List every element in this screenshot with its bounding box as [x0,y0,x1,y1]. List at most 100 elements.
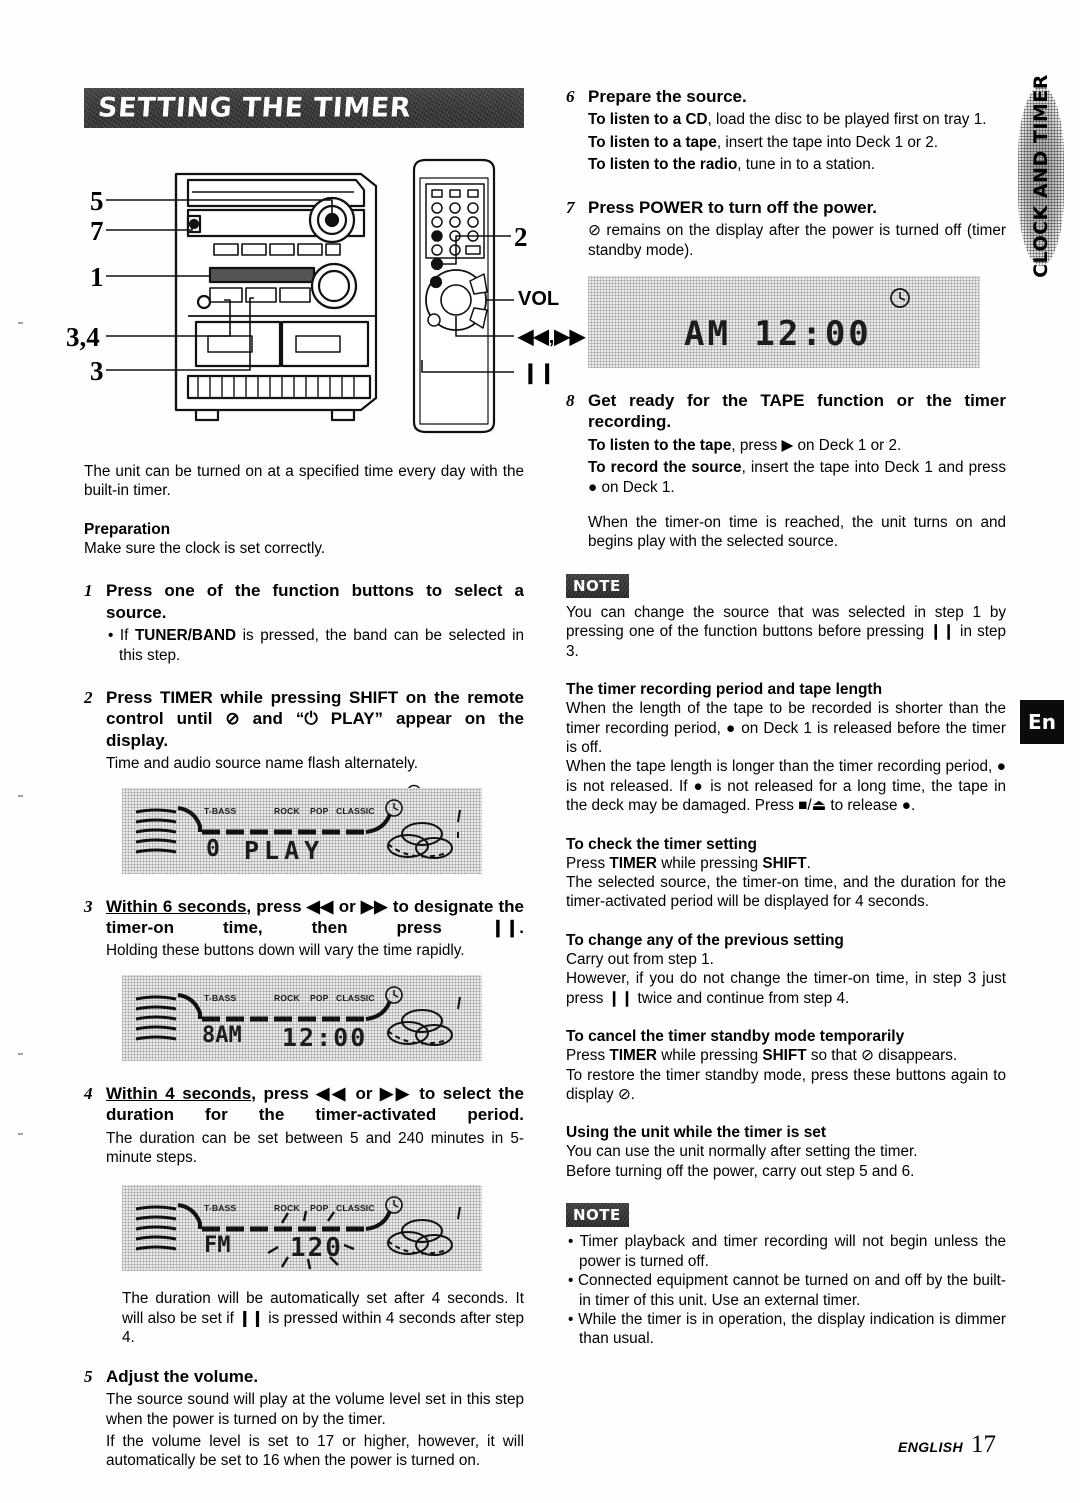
step-7: 7 Press POWER to turn off the power. ⊘ r… [566,197,1006,260]
step-8-detail: When the timer-on time is reached, the u… [588,514,1006,551]
stereo-and-remote-illustration [106,158,514,434]
lcd-prefix-segment: FM [204,1233,231,1259]
step-1-number: 1 [84,581,93,601]
step-8-title: Get ready for the TAPE function or the t… [588,390,1006,432]
step-5-title: Adjust the volume. [106,1366,259,1386]
section-paragraph: When the length of the tape to be record… [566,700,1006,756]
lcd-label-pop: POP [310,992,329,1003]
preparation-heading: Preparation [84,520,171,538]
section-heading: The timer recording period and tape leng… [566,681,883,699]
step-2-detail: Time and audio source name flash alterna… [106,755,419,773]
step-6-line-2: To listen to a tape, insert the tape int… [588,133,938,151]
step-6: 6 Prepare the source. To listen to a CD,… [566,86,1006,175]
note-block-2: NOTE • Timer playback and timer recordin… [566,1203,1006,1349]
lcd-label-tbass: T-BASS [204,1203,237,1214]
lcd-label-rock: ROCK [274,805,300,816]
section-timer-recording-period: The timer recording period and tape leng… [566,681,1006,816]
display-play: T-BASS ROCK POP CLASSIC 0 PLAY [122,787,482,874]
callout-1: 1 [90,262,104,292]
step-3-number: 3 [84,896,93,916]
lcd-label-classic: CLASSIC [336,1203,375,1214]
section-paragraph: Press TIMER while pressing SHIFT. [566,854,811,872]
callout-7: 7 [90,216,104,246]
section-change-previous-setting: To change any of the previous setting Ca… [566,932,1006,1008]
lcd-segment-text: PLAY [244,835,325,865]
section-cancel-standby-mode: To cancel the timer standby mode tempora… [566,1028,1006,1104]
right-column: 6 Prepare the source. To listen to a CD,… [566,86,1006,1349]
step-1-title: Press one of the function buttons to sel… [106,581,524,622]
display-timer-on-time: T-BASS ROCK POP CLASSIC 8AM 12:00 [122,974,482,1061]
lcd-label-pop: POP [310,1203,329,1214]
step-4-detail: The duration can be set between 5 and 24… [106,1129,524,1167]
section-paragraph: Carry out from step 1. [566,950,714,968]
step-3-title: Within 6 seconds, press ◀◀ or ▶▶ to desi… [106,896,524,937]
callout-pause: ❙❙ [522,362,556,384]
scan-edge-mark [18,795,23,797]
step-7-title: Press POWER to turn off the power. [588,197,878,217]
lcd-prefix-segment: 0 [206,835,221,862]
section-paragraph: When the tape length is longer than the … [566,758,1006,815]
lcd-prefix-segment: 8AM [202,1022,242,1048]
step-2-title: Press TIMER while pressing SHIFT on the … [106,687,524,750]
step-6-title: Prepare the source. [588,87,747,106]
lcd-label-classic: CLASSIC [336,992,375,1003]
section-heading: To check the timer setting [566,835,757,853]
callout-3: 3 [90,356,104,386]
preparation-text: Make sure the clock is set correctly. [84,539,326,557]
section-banner: SETTING THE TIMER [84,88,524,128]
section-paragraph: The selected source, the timer-on time, … [566,874,1006,911]
step-5-detail-2: If the volume level is set to 17 or high… [106,1432,524,1470]
step-5-detail: The source sound will play at the volume… [106,1391,524,1428]
lcd-segment-text: 12:00 [282,1022,368,1052]
step-4-title: Within 4 seconds, press ◀◀ or ▶▶ to sele… [106,1083,524,1125]
step-1: 1 Press one of the function buttons to s… [84,580,524,665]
step-6-line-3: To listen to the radio, tune in to a sta… [588,156,876,174]
step-3: 3 Within 6 seconds, press ◀◀ or ▶▶ to de… [84,896,524,961]
language-tab-label: En [1028,710,1056,734]
lcd-label-rock: ROCK [274,1203,300,1214]
lcd-label-classic: CLASSIC [336,805,375,816]
manual-page: SETTING THE TIMER 5 7 1 3,4 3 2 VOL ◀◀,▶… [0,0,1080,1503]
step-8: 8 Get ready for the TAPE function or the… [566,390,1006,552]
display-duration: T-BASS ROCK POP CLASSIC FM 120 [122,1185,482,1272]
section-side-tab: CLOCK AND TIMER [1018,74,1064,278]
step-5: 5 Adjust the volume. The source sound wi… [84,1366,524,1471]
intro-paragraph: The unit can be turned on at a specified… [84,463,524,500]
lcd-label-pop: POP [310,805,329,816]
page-footer: ENGLISH 17 [898,1431,996,1459]
callout-5: 5 [90,186,104,216]
note-2-bullet: • Timer playback and timer recording wil… [568,1233,1006,1270]
scan-edge-mark [18,322,23,324]
step-5-number: 5 [84,1366,93,1386]
step-7-number: 7 [566,197,575,217]
footer-language-label: ENGLISH [897,1439,963,1455]
step-6-line-1: To listen to a CD, load the disc to be p… [588,111,987,129]
section-heading: Using the unit while the timer is set [566,1124,827,1142]
section-paragraph: Press TIMER while pressing SHIFT so that… [566,1047,958,1065]
after-step4-text: The duration will be automatically set a… [122,1290,524,1347]
left-column: SETTING THE TIMER 5 7 1 3,4 3 2 VOL ◀◀,▶… [66,0,585,1471]
lcd-segment-text: AM 12:00 [684,313,872,354]
lcd-label-tbass: T-BASS [204,805,237,816]
note-2-bullet: • While the timer is in operation, the d… [568,1310,1006,1348]
step-7-detail: ⊘ remains on the display after the power… [588,222,1006,259]
step-8-line-1: To listen to the tape, press ▶ on Deck 1… [588,436,902,454]
section-paragraph: Before turning off the power, carry out … [566,1162,915,1180]
callout-vol: VOL [518,288,560,310]
step-4: 4 Within 4 seconds, press ◀◀ or ▶▶ to se… [84,1083,524,1168]
step-1-bullet: • If TUNER/BAND is pressed, the band can… [108,627,525,664]
note-badge: NOTE [566,574,629,598]
callout-3-4: 3,4 [66,322,100,352]
note-block-1: NOTE You can change the source that was … [566,574,1006,661]
step-2-number: 2 [84,687,93,707]
step-3-detail: Holding these buttons down will vary the… [106,942,465,960]
section-title: SETTING THE TIMER [96,92,413,124]
step-2: 2 Press TIMER while pressing SHIFT on th… [84,687,524,774]
callout-2: 2 [514,222,528,252]
lcd-label-rock: ROCK [274,992,300,1003]
language-tab: En [1020,700,1064,744]
side-tab-label: CLOCK AND TIMER [1030,74,1052,278]
step-6-number: 6 [566,87,575,106]
section-paragraph: However, if you do not change the timer-… [566,970,1006,1007]
section-heading: To change any of the previous setting [566,931,844,949]
